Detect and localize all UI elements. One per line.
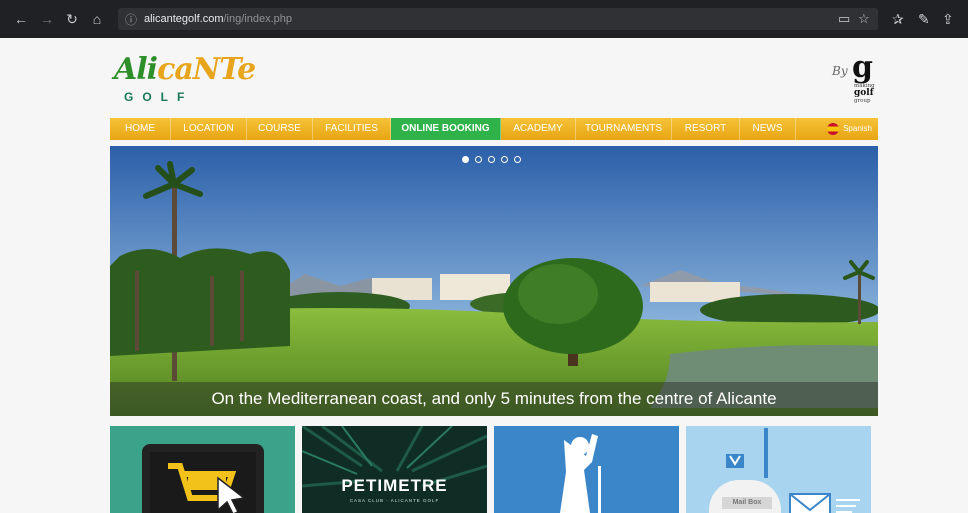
share-icon[interactable]: ⇪	[942, 10, 954, 28]
feature-tiles: PETIMETRE CASA CLUB · ALICANTE GOLF Mail…	[110, 426, 871, 513]
refresh-icon[interactable]: ↻	[63, 10, 81, 28]
url-text: alicantegolf.com/ing/index.php	[144, 13, 292, 25]
logo-golf-text: GOLF	[124, 90, 194, 104]
tile-petimetre[interactable]: PETIMETRE CASA CLUB · ALICANTE GOLF	[302, 426, 487, 513]
back-icon[interactable]: ←	[12, 10, 30, 28]
petimetre-subtitle: CASA CLUB · ALICANTE GOLF	[349, 498, 440, 503]
partner-text: making golf group	[854, 83, 875, 104]
partner-g: g	[852, 50, 873, 85]
page: AlicaNTe GOLF By g making golf group HOM…	[0, 38, 968, 513]
nav-item-location[interactable]: LOCATION	[171, 118, 247, 140]
pen-icon[interactable]: ✎	[918, 10, 930, 28]
tile-newsletter[interactable]: Mail Box	[686, 426, 871, 513]
nav-item-course[interactable]: COURSE	[247, 118, 313, 140]
main-nav: HOME LOCATION COURSE FACILITIES ONLINE B…	[110, 118, 878, 140]
logo-script: AlicaNTe	[114, 52, 256, 87]
golfer-silhouette-icon	[560, 434, 601, 513]
favorites-icon[interactable]: ✰	[892, 10, 904, 28]
nav-item-academy[interactable]: ACADEMY	[501, 118, 576, 140]
slider-dot-2[interactable]	[475, 156, 482, 163]
slider-dots	[462, 156, 521, 163]
hero-slider[interactable]: On the Mediterranean coast, and only 5 m…	[110, 146, 878, 416]
shopping-cart-icon	[142, 444, 264, 513]
envelope-icon	[726, 428, 860, 513]
address-bar[interactable]: ⓘ alicantegolf.com/ing/index.php ▭ ☆	[118, 8, 878, 30]
spain-flag-icon	[827, 122, 840, 135]
golf-course-image	[110, 146, 878, 416]
reader-icon[interactable]: ▭	[838, 11, 850, 27]
nav-item-tournaments[interactable]: TOURNAMENTS	[576, 118, 672, 140]
by-label: By	[832, 64, 848, 78]
nav-item-online-booking[interactable]: ONLINE BOOKING	[391, 118, 501, 140]
slider-dot-3[interactable]	[488, 156, 495, 163]
tile-online-shop[interactable]	[110, 426, 295, 513]
nav-item-news[interactable]: NEWS	[740, 118, 796, 140]
slider-dot-1[interactable]	[462, 156, 469, 163]
slider-dot-5[interactable]	[514, 156, 521, 163]
alicante-golf-logo[interactable]: AlicaNTe GOLF	[114, 52, 256, 108]
language-switch[interactable]: Spanish	[796, 118, 878, 140]
slider-caption: On the Mediterranean coast, and only 5 m…	[110, 382, 878, 416]
making-golf-group-logo[interactable]: By g making golf group	[832, 50, 880, 108]
home-icon[interactable]: ⌂	[88, 10, 106, 28]
slider-dot-4[interactable]	[501, 156, 508, 163]
petimetre-title: PETIMETRE	[341, 476, 448, 495]
nav-item-home[interactable]: HOME	[110, 118, 171, 140]
tile-academy[interactable]	[494, 426, 679, 513]
language-label: Spanish	[843, 124, 872, 133]
browser-toolbar: ← → ↻ ⌂ ⓘ alicantegolf.com/ing/index.php…	[0, 0, 968, 38]
info-icon: ⓘ	[125, 13, 138, 27]
nav-item-resort[interactable]: RESORT	[672, 118, 740, 140]
forward-icon[interactable]: →	[38, 10, 56, 28]
nav-item-facilities[interactable]: FACILITIES	[313, 118, 391, 140]
favorite-star-icon[interactable]: ☆	[858, 11, 870, 27]
